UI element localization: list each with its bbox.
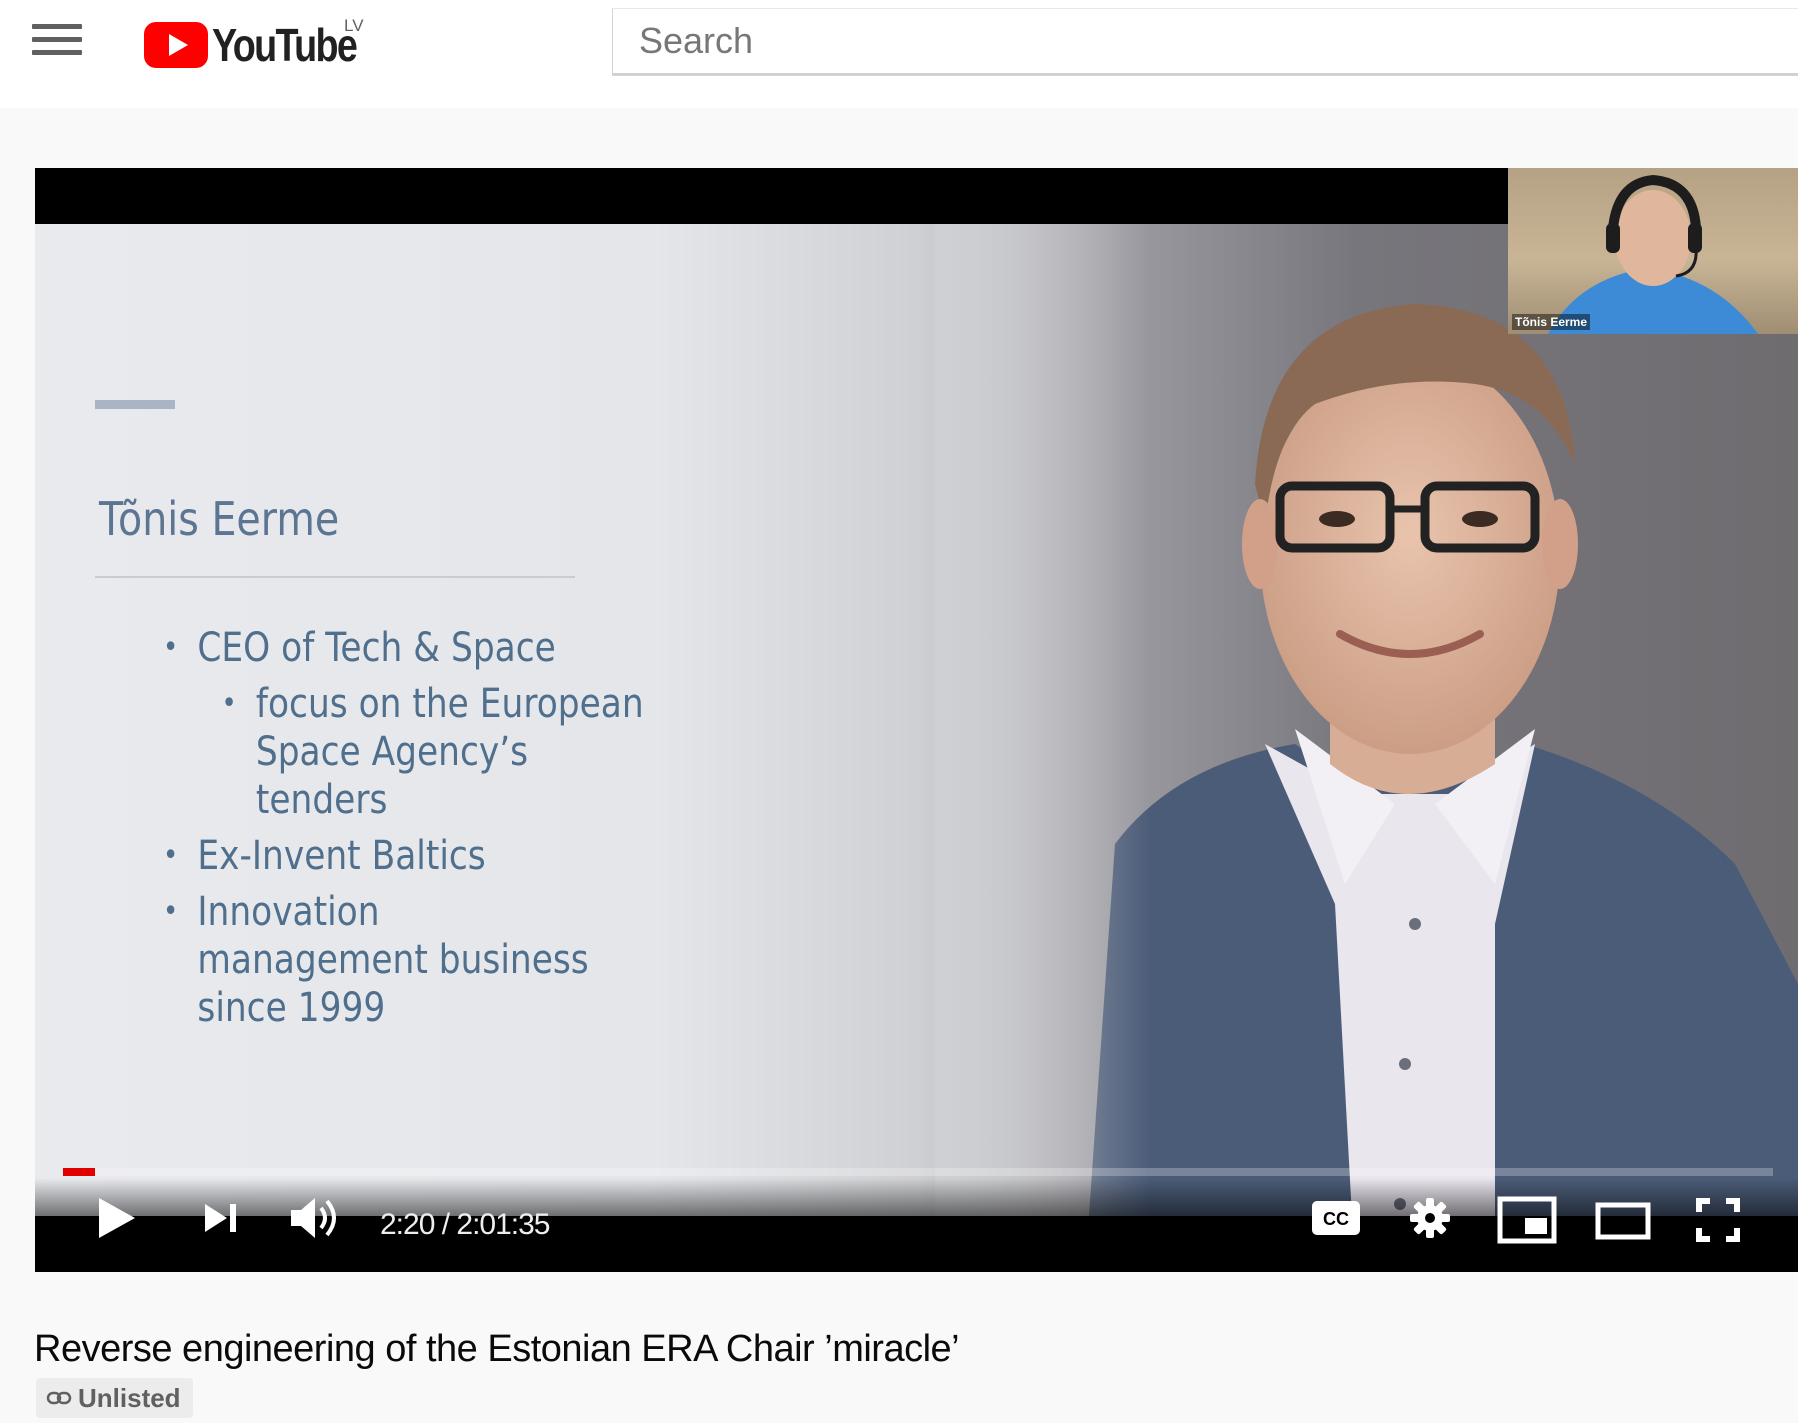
slide-sub-bullet: focus on the European Space Agency’s ten… xyxy=(221,680,660,824)
next-icon xyxy=(205,1204,236,1232)
progress-played xyxy=(63,1168,96,1176)
guide-menu-icon[interactable] xyxy=(32,24,82,60)
slide-speaker-name: Tõnis Eerme xyxy=(99,492,340,546)
speaker-portrait-image xyxy=(935,224,1798,1272)
webcam-inset: Tõnis Eerme xyxy=(1508,168,1798,334)
subtitles-button[interactable]: CC xyxy=(1311,1200,1361,1236)
theater-mode-button[interactable] xyxy=(1595,1202,1651,1240)
search-box[interactable] xyxy=(612,8,1798,76)
cc-icon: CC xyxy=(1312,1201,1360,1235)
mute-button[interactable] xyxy=(289,1196,341,1240)
play-button[interactable] xyxy=(97,1196,137,1240)
fullscreen-icon xyxy=(1696,1198,1740,1242)
link-icon xyxy=(46,1391,72,1405)
slide-accent-bar xyxy=(95,400,175,409)
youtube-play-logo-icon xyxy=(144,22,208,68)
theater-icon xyxy=(1595,1202,1651,1240)
slide-bullet: CEO of Tech & Space xyxy=(163,624,713,672)
masthead: YouTube LV xyxy=(0,0,1798,108)
logo-region-code: LV xyxy=(344,16,364,35)
slide-bullet: Innovation management business since 199… xyxy=(163,888,602,1032)
next-button[interactable] xyxy=(203,1200,239,1236)
slide-bullet: Ex-Invent Baltics xyxy=(163,832,713,880)
play-icon xyxy=(99,1198,135,1238)
video-title: Reverse engineering of the Estonian ERA … xyxy=(34,1328,960,1370)
progress-bar[interactable] xyxy=(63,1168,1773,1176)
slide-divider xyxy=(95,576,575,578)
youtube-logo[interactable]: YouTube LV xyxy=(144,16,384,72)
logo-wordmark: YouTube xyxy=(212,19,358,71)
webcam-participant-name: Tõnis Eerme xyxy=(1512,314,1591,330)
search-input[interactable] xyxy=(639,21,1739,61)
webcam-person-image xyxy=(1548,174,1758,334)
slide-bullet-list: CEO of Tech & Space focus on the Europea… xyxy=(163,624,713,1040)
miniplayer-icon xyxy=(1497,1196,1557,1244)
gear-icon xyxy=(1410,1198,1450,1238)
miniplayer-button[interactable] xyxy=(1497,1196,1557,1244)
privacy-badge-label: Unlisted xyxy=(78,1382,181,1413)
svg-text:CC: CC xyxy=(1323,1209,1349,1229)
video-player[interactable]: Tõnis Eerme CEO of Tech & Space focus on… xyxy=(35,168,1798,1272)
volume-icon xyxy=(291,1198,336,1238)
time-display: 2:20 / 2:01:35 xyxy=(380,1208,550,1241)
settings-button[interactable] xyxy=(1408,1196,1452,1240)
privacy-badge: Unlisted xyxy=(36,1378,193,1418)
fullscreen-button[interactable] xyxy=(1696,1198,1740,1242)
